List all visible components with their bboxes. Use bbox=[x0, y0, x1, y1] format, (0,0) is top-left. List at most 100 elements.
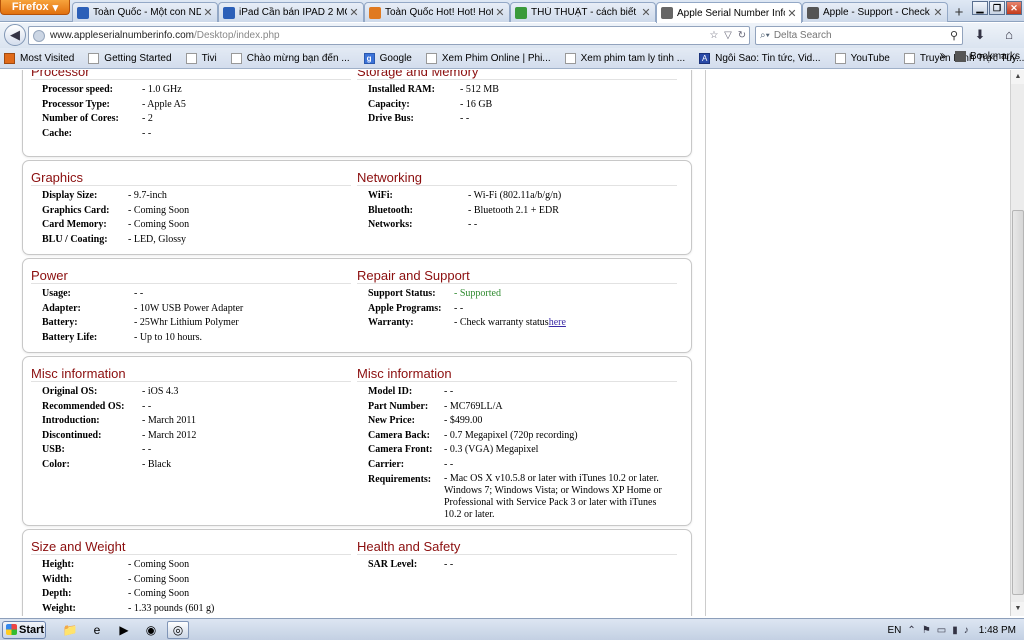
ngoisao-icon: A bbox=[699, 52, 711, 64]
spec-key: Networks: bbox=[368, 219, 413, 230]
spec-key: Capacity: bbox=[368, 98, 410, 110]
tab-close-icon[interactable]: ✕ bbox=[349, 6, 359, 19]
spec-row: BLU / Coating: - LED, Glossy bbox=[42, 233, 351, 248]
url-text[interactable]: www.appleserialnumberinfo.com/Desktop/in… bbox=[50, 30, 707, 41]
scroll-down-arrow-icon[interactable]: ▼ bbox=[1011, 602, 1024, 616]
spec-key: Depth: bbox=[42, 588, 72, 599]
bookmark-item-8[interactable]: YouTube bbox=[834, 52, 890, 64]
spec-value: - - bbox=[142, 400, 152, 412]
search-engine-icon[interactable]: ⌕▾ bbox=[760, 30, 770, 41]
section-title: Storage and Memory bbox=[357, 70, 677, 80]
search-box[interactable]: ⌕▾ ⚲ bbox=[755, 26, 963, 45]
spec-row: Width: - Coming Soon bbox=[42, 573, 351, 588]
spec-row: Requirements: - Mac OS X v10.5.8 or later… bbox=[368, 472, 677, 521]
signal-icon[interactable]: ▮ bbox=[952, 625, 958, 636]
new-tab-button[interactable]: + bbox=[948, 2, 970, 22]
bookmark-item-4[interactable]: g Google bbox=[363, 52, 412, 64]
minimize-button[interactable]: ▁ bbox=[972, 1, 988, 15]
bookmarks-overflow-chevron[interactable]: » bbox=[940, 51, 946, 62]
url-path: /Desktop/index.php bbox=[193, 30, 280, 41]
bookmark-item-2[interactable]: Tivi bbox=[185, 52, 217, 64]
search-icon[interactable]: ⚲ bbox=[950, 29, 958, 42]
tab-3[interactable]: THỦ THUẬT - cách biết Ipa...✕ bbox=[510, 2, 656, 22]
spec-value: - Bluetooth 2.1 + EDR bbox=[468, 204, 559, 216]
tab-1[interactable]: iPad Cần bán IPAD 2 MC7...✕ bbox=[218, 2, 364, 22]
spec-panel-1: Graphics Display Size: - 9.7-inch Graphics … bbox=[22, 160, 692, 255]
tab-close-icon[interactable]: ✕ bbox=[787, 7, 797, 20]
tab-close-icon[interactable]: ✕ bbox=[203, 6, 213, 19]
spec-value: - Supported bbox=[454, 288, 501, 299]
restore-button[interactable]: ❐ bbox=[989, 1, 1005, 15]
tray-expand-icon[interactable]: ⌃ bbox=[907, 625, 915, 636]
firefox-menu-button[interactable]: Firefox ▾ bbox=[0, 0, 70, 15]
scrollbar-thumb[interactable] bbox=[1012, 210, 1024, 595]
spec-key: Installed RAM: bbox=[368, 84, 435, 95]
tab-5[interactable]: Apple - Support - Check Y...✕ bbox=[802, 2, 948, 22]
taskbar-explorer-icon[interactable]: 📁 bbox=[59, 621, 81, 639]
tab-favicon-icon bbox=[807, 6, 819, 19]
url-bar[interactable]: www.appleserialnumberinfo.com/Desktop/in… bbox=[28, 26, 750, 45]
windows-logo-icon bbox=[6, 624, 17, 635]
taskbar-media-icon[interactable]: ▶ bbox=[113, 621, 135, 639]
spec-panel-2: Power Usage: - - Adapter: - 10W USB Power Ad… bbox=[22, 258, 692, 353]
spec-key: Introduction: bbox=[42, 415, 100, 426]
network-icon[interactable]: ▭ bbox=[937, 625, 946, 636]
tab-2[interactable]: Toàn Quốc Hot! Hot! Hot! ...✕ bbox=[364, 2, 510, 22]
warranty-link[interactable]: here bbox=[549, 316, 566, 331]
page-icon bbox=[564, 52, 576, 64]
spec-row: Discontinued: - March 2012 bbox=[42, 429, 351, 444]
back-button[interactable]: ◀ bbox=[4, 24, 26, 46]
scroll-up-arrow-icon[interactable]: ▲ bbox=[1011, 70, 1024, 84]
spec-row: Battery: - 25Whr Lithium Polymer bbox=[42, 316, 351, 331]
volume-icon[interactable]: ♪ bbox=[964, 625, 969, 636]
spec-key: Recommended OS: bbox=[42, 400, 125, 412]
clock[interactable]: 1:48 PM bbox=[979, 625, 1016, 636]
taskbar-firefox-icon[interactable]: ◎ bbox=[167, 620, 189, 639]
flag-icon[interactable]: ⚑ bbox=[922, 625, 931, 636]
bookmark-item-7[interactable]: A Ngôi Sao: Tin tức, Vid... bbox=[699, 52, 821, 64]
language-indicator[interactable]: EN bbox=[888, 625, 902, 636]
history-dropdown-icon[interactable]: ▽ bbox=[721, 30, 735, 41]
spec-value: - Up to 10 hours. bbox=[134, 331, 203, 343]
navigation-toolbar: ◀ www.appleserialnumberinfo.com/Desktop/… bbox=[0, 23, 1024, 48]
taskbar-chrome-icon[interactable]: ◉ bbox=[140, 621, 162, 639]
home-icon[interactable]: ⌂ bbox=[1000, 27, 1018, 43]
search-input[interactable] bbox=[773, 30, 950, 41]
bookmark-item-5[interactable]: Xem Phim Online | Phi... bbox=[425, 52, 551, 64]
tab-close-icon[interactable]: ✕ bbox=[495, 6, 505, 19]
bookmark-star-icon[interactable]: ☆ bbox=[707, 30, 721, 41]
tab-label: Apple Serial Number Info /... bbox=[677, 7, 785, 19]
spec-value: - - bbox=[444, 559, 454, 570]
taskbar-ie-icon[interactable]: e bbox=[86, 621, 108, 639]
tab-0[interactable]: Toàn Quốc - Một con NDS ...✕ bbox=[72, 2, 218, 22]
spec-row: SAR Level: - - bbox=[368, 558, 677, 573]
site-identity-icon[interactable] bbox=[33, 29, 45, 42]
bookmarks-toolbar: Most Visited Getting Started Tivi Chào mừng… bbox=[0, 48, 1024, 69]
downloads-icon[interactable]: ⬇ bbox=[972, 27, 988, 43]
bookmark-item-1[interactable]: Getting Started bbox=[88, 52, 172, 64]
system-tray: EN ⌃ ⚑ ▭ ▮ ♪ 1:48 PM bbox=[888, 619, 1020, 640]
taskbar: Start 📁 e ▶ ◉ ◎ EN ⌃ ⚑ ▭ ▮ ♪ 1:48 PM bbox=[0, 618, 1024, 640]
bookmark-item-0[interactable]: Most Visited bbox=[4, 52, 74, 64]
tab-close-icon[interactable]: ✕ bbox=[641, 6, 651, 19]
bookmark-item-6[interactable]: Xem phim tam ly tinh ... bbox=[564, 52, 685, 64]
spec-row: Number of Cores: - 2 bbox=[42, 112, 351, 127]
close-icon: ✕ bbox=[1010, 2, 1018, 13]
bookmark-item-3[interactable]: Chào mừng bạn đến ... bbox=[230, 52, 350, 64]
spec-key: Support Status: bbox=[368, 288, 436, 299]
spec-key: Warranty: bbox=[368, 317, 414, 328]
spec-value: - iOS 4.3 bbox=[142, 386, 179, 397]
tab-close-icon[interactable]: ✕ bbox=[933, 6, 943, 19]
minimize-icon: ▁ bbox=[976, 2, 984, 13]
vertical-scrollbar[interactable]: ▲ ▼ bbox=[1010, 70, 1024, 616]
firefox-menu-label: Firefox bbox=[11, 1, 49, 13]
bookmarks-menu-button[interactable]: Bookmarks bbox=[954, 51, 1020, 62]
spec-row: Processor speed: - 1.0 GHz bbox=[42, 83, 351, 98]
start-button[interactable]: Start bbox=[2, 620, 46, 639]
tab-label: Toàn Quốc Hot! Hot! Hot! ... bbox=[385, 7, 493, 18]
close-window-button[interactable]: ✕ bbox=[1006, 1, 1022, 15]
reload-icon[interactable]: ↻ bbox=[735, 30, 749, 41]
spec-value: - 0.3 (VGA) Megapixel bbox=[444, 444, 539, 455]
spec-row: USB: - - bbox=[42, 443, 351, 458]
tab-4[interactable]: Apple Serial Number Info /...✕ bbox=[656, 2, 802, 23]
